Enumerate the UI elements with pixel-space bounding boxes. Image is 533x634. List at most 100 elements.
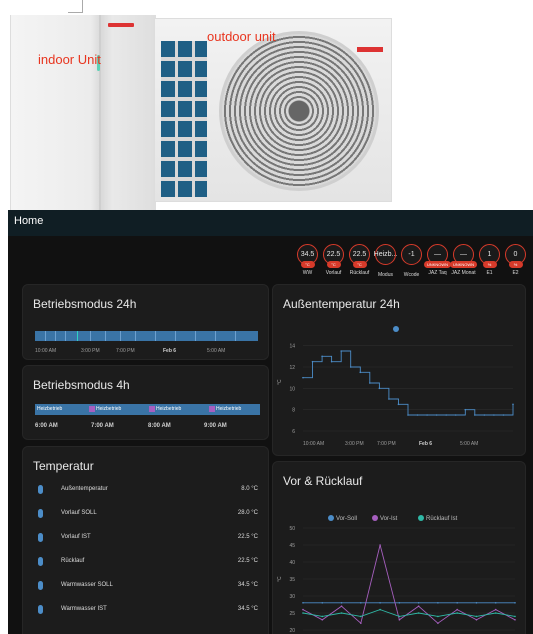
y-axis-label: °C: [277, 379, 283, 385]
brand-logo: [357, 47, 383, 52]
data-point: [483, 414, 486, 416]
timeline-bar[interactable]: [35, 331, 258, 341]
data-point: [360, 622, 362, 624]
y-tick-label: 50: [289, 526, 295, 532]
sensor-value: 28.0 °C: [237, 510, 258, 516]
timeline-tick: [55, 331, 56, 341]
state-badge[interactable]: 34.5 °C WW: [296, 244, 319, 288]
card-betriebsmodus-24h[interactable]: Betriebsmodus 24h 10:00 AM 3:00 PM 7:00 …: [22, 284, 269, 360]
sensor-name: Vorlauf IST: [61, 534, 91, 540]
data-point: [514, 619, 516, 621]
x-tick-label: 7:00 PM: [377, 441, 396, 447]
sensor-row[interactable]: Außentemperatur 8.0 °C: [35, 483, 258, 495]
axis-label: Feb 6: [163, 348, 177, 354]
sensor-name: Warmwasser SOLL: [61, 582, 113, 588]
badge-label: JAZ Monat: [451, 270, 476, 276]
sensor-row[interactable]: Rücklauf 22.5 °C: [35, 555, 258, 567]
card-betriebsmodus-4h[interactable]: Betriebsmodus 4h Heizbetrieb Heizbetrieb…: [22, 365, 269, 440]
sensor-name: Rücklauf: [61, 558, 85, 564]
legend-marker: [328, 515, 334, 521]
x-tick-label: 3:00 PM: [345, 441, 364, 447]
data-point: [464, 408, 467, 411]
flow-return-chart[interactable]: Vor-Soll Vor-Ist Rücklauf Ist 50 45 40 35 30 25 2…: [273, 462, 526, 634]
corner-line: [68, 0, 83, 13]
data-point: [311, 360, 314, 363]
timeline-tick: [90, 331, 91, 341]
dashboard: Home 34.5 °C WW 22.5 °C Vorlauf 22.5 °C Rücklauf…: [8, 210, 533, 634]
state-badge[interactable]: -1 Wcode: [400, 244, 423, 288]
data-point: [514, 615, 516, 618]
timeline-segment[interactable]: Heizbetrieb: [207, 404, 260, 415]
top-bar: Home: [8, 210, 533, 236]
timeline-tick: [195, 331, 196, 341]
data-point: [502, 414, 505, 416]
data-point: [417, 602, 420, 604]
badge-value: Heizb...: [374, 244, 397, 265]
state-badge[interactable]: Heizb... Modus: [374, 244, 397, 288]
y-tick-label: 30: [289, 594, 295, 600]
legend-label[interactable]: Rücklauf Ist: [426, 516, 458, 522]
y-tick-label: 6: [292, 429, 295, 435]
state-badge[interactable]: — UNKNOWN JAZ Monat: [449, 244, 478, 288]
card-title: Temperatur: [33, 459, 94, 473]
data-point: [435, 414, 438, 416]
badge-row: 34.5 °C WW 22.5 °C Vorlauf 22.5 °C Rücklauf Heizb…: [296, 244, 527, 288]
timeline-tick: [155, 331, 156, 341]
data-point: [360, 602, 362, 604]
timeline-tick: [175, 331, 176, 341]
state-badge[interactable]: 1% E1: [478, 244, 501, 288]
badge-label: JAZ Taq: [428, 270, 447, 276]
data-point: [378, 387, 381, 390]
y-tick-label: 20: [289, 628, 295, 634]
sensor-row[interactable]: Vorlauf SOLL 28.0 °C: [35, 507, 258, 519]
thermometer-icon: [38, 604, 43, 614]
data-point: [379, 544, 381, 546]
data-point: [493, 414, 495, 416]
timeline-segment[interactable]: Heizbetrieb: [35, 404, 87, 415]
axis-label: 8:00 AM: [148, 423, 171, 429]
data-point: [475, 615, 478, 618]
y-tick-label: 10: [289, 386, 295, 392]
axis-label: 9:00 AM: [204, 423, 227, 429]
timeline-segment[interactable]: Heizbetrieb: [147, 404, 207, 415]
card-vor-ruecklauf: Vor & Rücklauf Vor-Soll Vor-Ist Rücklauf I…: [272, 461, 526, 634]
sensor-row[interactable]: Vorlauf IST 22.5 °C: [35, 531, 258, 543]
badge-unit: %: [508, 261, 523, 268]
axis-label: 6:00 AM: [35, 423, 58, 429]
legend-dot: [393, 326, 399, 332]
data-point: [397, 403, 400, 406]
data-point: [437, 615, 439, 618]
state-badge[interactable]: 0% E2: [504, 244, 527, 288]
data-point: [302, 612, 304, 614]
data-point: [407, 414, 409, 416]
timeline-tick: [120, 331, 121, 341]
data-point: [398, 602, 401, 604]
legend-label[interactable]: Vor-Ist: [380, 516, 398, 522]
data-point: [321, 619, 324, 621]
badge-label: Rücklauf: [349, 270, 370, 276]
badge-label: WW: [302, 270, 313, 276]
sensor-row[interactable]: Warmwasser SOLL 34.5 °C: [35, 579, 258, 591]
data-point: [340, 612, 343, 614]
timeline-segment[interactable]: Heizbetrieb: [87, 404, 147, 415]
sensor-name: Warmwasser IST: [61, 606, 107, 612]
data-point: [494, 612, 497, 614]
axis-label: 10:00 AM: [35, 348, 57, 354]
thermometer-icon: [38, 508, 43, 518]
data-point: [388, 398, 390, 400]
outdoor-unit-label: outdoor unit: [207, 29, 276, 44]
state-badge[interactable]: — UNKNOWN JAZ Taq: [423, 244, 452, 288]
data-point: [437, 602, 439, 604]
data-point: [417, 612, 420, 614]
badge-unit: %: [482, 261, 497, 268]
data-point: [359, 371, 362, 374]
legend-marker: [372, 515, 378, 521]
sensor-row[interactable]: Warmwasser IST 34.5 °C: [35, 603, 258, 615]
legend-label[interactable]: Vor-Soll: [336, 516, 357, 522]
data-point: [302, 602, 304, 604]
y-tick-label: 25: [289, 611, 295, 617]
outdoor-temperature-chart[interactable]: 14 12 10 8 6 °C 10:00 AM 3:00 PM 7:00 PM Feb 6 5:0…: [273, 285, 526, 456]
state-badge[interactable]: 22.5 °C Vorlauf: [322, 244, 345, 288]
data-point: [512, 403, 514, 406]
state-badge[interactable]: 22.5 °C Rücklauf: [348, 244, 371, 288]
